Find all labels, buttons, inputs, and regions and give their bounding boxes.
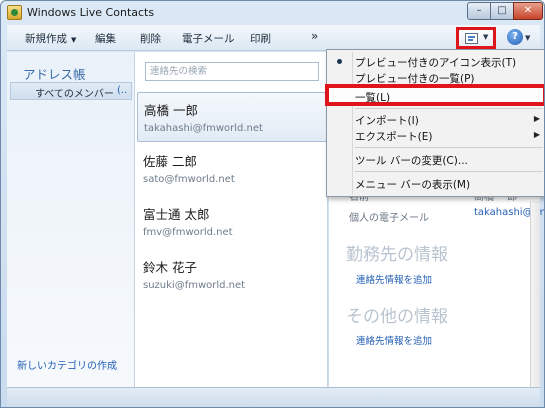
detail-scrollbar[interactable]: [530, 201, 540, 387]
menu-item-label: 一覧(L): [355, 92, 391, 104]
contact-name: 佐藤 二郎: [143, 154, 197, 169]
toolbar-overflow-button[interactable]: »: [311, 29, 318, 43]
contact-name: 鈴木 花子: [143, 260, 197, 275]
toolbar: 新規作成 ▼ 編集 削除 電子メール 印刷 » ▼ ? ▼: [7, 25, 540, 51]
work-info-heading: 勤務先の情報: [346, 245, 448, 265]
menu-item-label: ツール バーの変更(C)...: [355, 155, 468, 167]
menu-item-export[interactable]: エクスポート(E) ▶: [329, 127, 544, 145]
title-bar[interactable]: Windows Live Contacts – □ ✕: [1, 1, 544, 25]
menu-separator: [355, 108, 543, 109]
personal-email-label: 個人の電子メール: [349, 213, 429, 224]
contact-email: takahashi@fmworld.net: [144, 123, 263, 134]
submenu-arrow-icon: ▶: [533, 114, 540, 123]
help-dropdown-arrow-icon[interactable]: ▼: [525, 34, 530, 42]
contact-list-pane: 高橋 一郎 takahashi@fmworld.net 佐藤 二郎 sato@f…: [134, 52, 328, 387]
new-button-label: 新規作成: [25, 33, 67, 45]
delete-button[interactable]: 削除: [140, 31, 161, 46]
work-add-contact-info-link[interactable]: 連絡先情報を追加: [356, 272, 432, 286]
other-add-contact-info-link[interactable]: 連絡先情報を追加: [356, 333, 432, 347]
submenu-arrow-icon: ▶: [533, 130, 540, 139]
menu-separator: [355, 171, 543, 172]
contacts-app-icon: [7, 5, 22, 20]
menu-separator: [355, 147, 543, 148]
sidebar-item-all-members[interactable]: すべてのメンバー (..: [10, 82, 132, 100]
search-input[interactable]: [145, 62, 319, 81]
contact-name: 高橋 一郎: [144, 103, 198, 118]
contact-name: 富士通 太郎: [143, 207, 210, 222]
menu-item-list[interactable]: 一覧(L): [325, 84, 544, 106]
contact-item[interactable]: 鈴木 花子 suzuki@fmworld.net: [137, 250, 327, 300]
status-bar: [7, 387, 540, 407]
menu-item-label: メニュー バーの表示(M): [355, 179, 471, 191]
layout-icon: [465, 33, 478, 44]
contact-item[interactable]: 佐藤 二郎 sato@fmworld.net: [137, 144, 327, 194]
menu-item-show-menu-bar[interactable]: メニュー バーの表示(M): [329, 175, 544, 193]
layout-dropdown-arrow-icon: ▼: [483, 33, 489, 41]
menu-item-customize-toolbar[interactable]: ツール バーの変更(C)...: [329, 151, 544, 169]
other-info-heading: その他の情報: [346, 307, 448, 327]
sidebar-item-count: (..: [117, 85, 128, 96]
contacts-window: Windows Live Contacts – □ ✕ 新規作成 ▼ 編集 削除 …: [0, 0, 545, 408]
menu-item-label: エクスポート(E): [355, 131, 433, 143]
layout-menu-button[interactable]: ▼: [456, 27, 496, 49]
print-button[interactable]: 印刷: [250, 31, 271, 46]
menu-item-label: インポート(I): [355, 115, 419, 127]
address-book-title: アドレス帳: [23, 67, 86, 82]
close-button[interactable]: ✕: [513, 2, 543, 20]
selected-bullet-icon: [337, 59, 342, 64]
new-button[interactable]: 新規作成 ▼: [25, 31, 76, 46]
maximize-button[interactable]: □: [490, 2, 514, 20]
address-book-sidebar: アドレス帳 すべてのメンバー (.. 新しいカテゴリの作成: [7, 52, 134, 387]
minimize-button[interactable]: –: [467, 2, 491, 20]
email-button[interactable]: 電子メール: [182, 31, 235, 46]
edit-button[interactable]: 編集: [95, 31, 116, 46]
help-icon[interactable]: ?: [507, 29, 523, 45]
new-dropdown-arrow-icon: ▼: [71, 36, 77, 44]
contact-item[interactable]: 高橋 一郎 takahashi@fmworld.net: [137, 92, 327, 142]
window-title: Windows Live Contacts: [27, 6, 155, 19]
menu-item-label: プレビュー付きのアイコン表示(T): [355, 57, 517, 69]
contact-email: fmv@fmworld.net: [143, 227, 233, 238]
new-category-link[interactable]: 新しいカテゴリの作成: [17, 357, 117, 372]
contact-item[interactable]: 富士通 太郎 fmv@fmworld.net: [137, 197, 327, 247]
sidebar-item-label: すべてのメンバー: [35, 89, 114, 100]
layout-dropdown-menu: プレビュー付きのアイコン表示(T) プレビュー付きの一覧(P) 一覧(L) イン…: [325, 49, 544, 197]
contact-email: sato@fmworld.net: [143, 174, 235, 185]
contact-email: suzuki@fmworld.net: [143, 280, 246, 291]
